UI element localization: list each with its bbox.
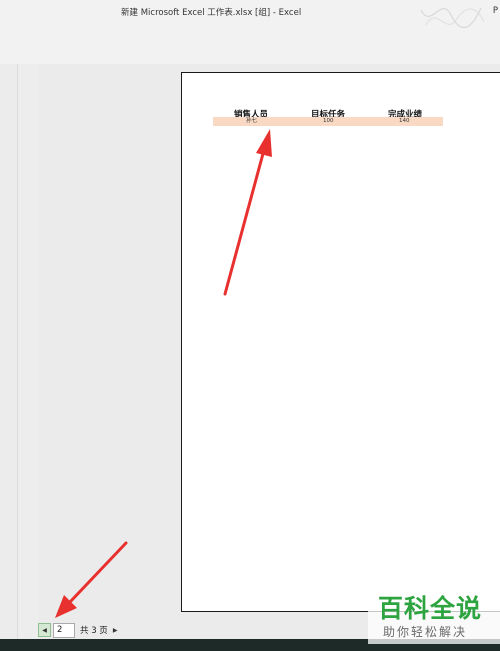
total-pages-label: 共 3 页 (80, 626, 108, 636)
title-bar: 新建 Microsoft Excel 工作表.xlsx [组] - Excel … (0, 0, 500, 64)
decorative-flourish-icon (420, 7, 485, 28)
settings-panel-edge (18, 64, 38, 639)
triangle-left-icon: ◀ (42, 626, 47, 634)
page-navigator: ◀ 2 共 3 页 ▶ (38, 622, 117, 638)
watermark-subtitle: 助你轻松解决 (383, 625, 468, 639)
backstage-nav-strip (0, 64, 18, 639)
next-page-button[interactable]: ▶ (113, 627, 118, 634)
current-page-input[interactable]: 2 (53, 622, 75, 638)
title-corner-text: P (492, 6, 498, 16)
cell-target-task: 100 (323, 118, 334, 124)
cell-sales-person: 孙七 (246, 118, 258, 124)
cell-achieved-performance: 140 (399, 118, 410, 124)
watermark-title: 百科全说 (378, 594, 483, 623)
print-preview-page (181, 72, 500, 612)
triangle-right-icon: ▶ (112, 626, 118, 634)
previous-page-button[interactable]: ◀ (38, 623, 51, 637)
window-title: 新建 Microsoft Excel 工作表.xlsx [组] - Excel (121, 8, 302, 18)
